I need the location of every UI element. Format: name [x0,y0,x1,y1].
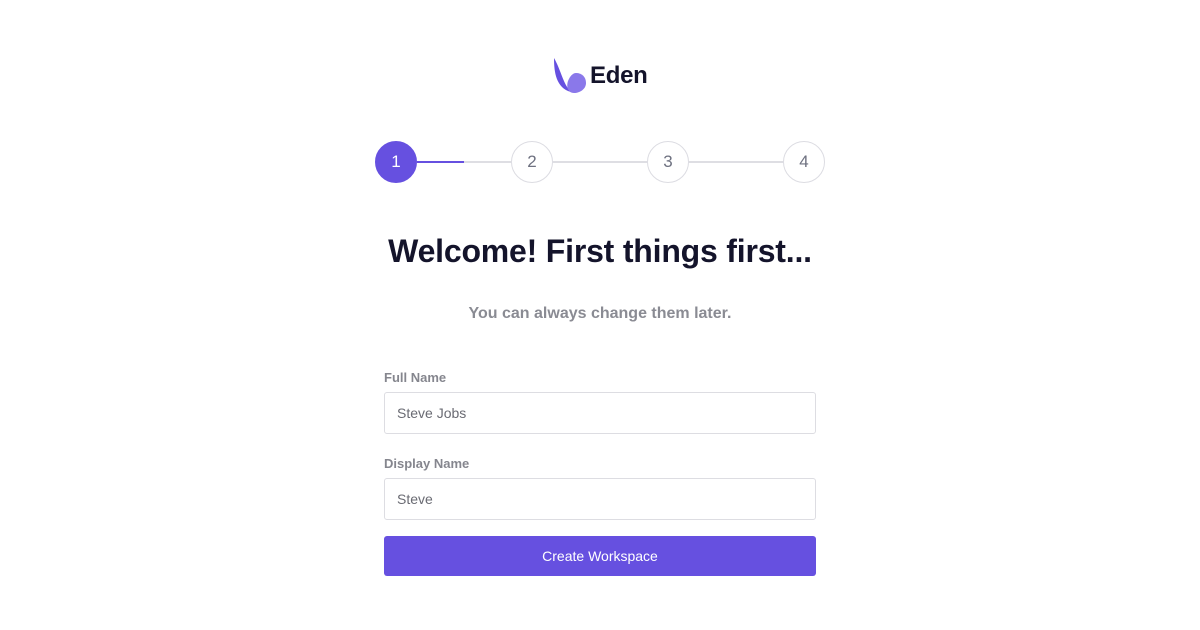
page-subtitle: You can always change them later. [468,305,732,322]
step-3[interactable]: 3 [647,141,689,183]
leaf-logo-icon [554,58,586,93]
display-name-input[interactable] [384,478,816,520]
page-title: Welcome! First things first... [388,233,812,269]
step-1[interactable]: 1 [375,141,417,183]
onboarding-stepper: 1 2 3 4 [375,141,825,184]
step-progress-bar [417,161,464,163]
step-4[interactable]: 4 [783,141,825,183]
full-name-input[interactable] [384,392,816,434]
brand-name: Eden [590,62,648,89]
display-name-label: Display Name [384,456,470,471]
step-2[interactable]: 2 [511,141,553,183]
brand-logo: Eden [553,56,648,96]
step-connector-2-3 [553,161,647,163]
create-workspace-button[interactable]: Create Workspace [384,536,816,576]
step-connector-3-4 [689,161,783,163]
full-name-label: Full Name [384,370,447,385]
